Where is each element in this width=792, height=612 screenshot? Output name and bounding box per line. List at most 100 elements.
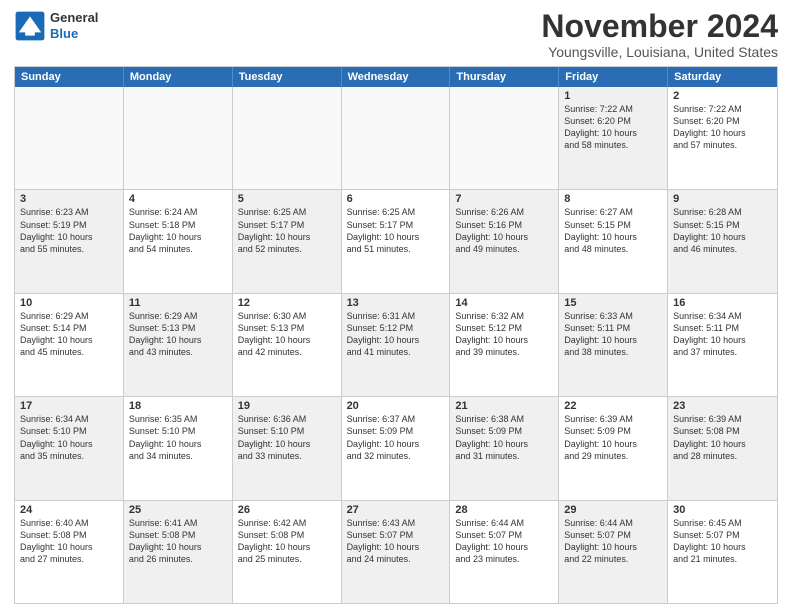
day-info: Sunrise: 6:39 AM Sunset: 5:09 PM Dayligh…	[564, 413, 662, 462]
weekday-header-saturday: Saturday	[668, 67, 777, 87]
day-number: 18	[129, 400, 227, 412]
day-number: 9	[673, 193, 772, 205]
day-info: Sunrise: 7:22 AM Sunset: 6:20 PM Dayligh…	[564, 103, 662, 152]
weekday-header-wednesday: Wednesday	[342, 67, 451, 87]
day-number: 5	[238, 193, 336, 205]
day-number: 13	[347, 297, 445, 309]
day-number: 4	[129, 193, 227, 205]
weekday-header-tuesday: Tuesday	[233, 67, 342, 87]
day-cell-16: 16Sunrise: 6:34 AM Sunset: 5:11 PM Dayli…	[668, 294, 777, 396]
day-number: 14	[455, 297, 553, 309]
day-number: 24	[20, 504, 118, 516]
calendar: SundayMondayTuesdayWednesdayThursdayFrid…	[14, 66, 778, 604]
day-cell-6: 6Sunrise: 6:25 AM Sunset: 5:17 PM Daylig…	[342, 190, 451, 292]
day-info: Sunrise: 6:33 AM Sunset: 5:11 PM Dayligh…	[564, 310, 662, 359]
day-info: Sunrise: 6:34 AM Sunset: 5:10 PM Dayligh…	[20, 413, 118, 462]
day-info: Sunrise: 6:44 AM Sunset: 5:07 PM Dayligh…	[455, 517, 553, 566]
day-info: Sunrise: 6:23 AM Sunset: 5:19 PM Dayligh…	[20, 206, 118, 255]
calendar-row-4: 24Sunrise: 6:40 AM Sunset: 5:08 PM Dayli…	[15, 500, 777, 603]
day-cell-23: 23Sunrise: 6:39 AM Sunset: 5:08 PM Dayli…	[668, 397, 777, 499]
day-cell-27: 27Sunrise: 6:43 AM Sunset: 5:07 PM Dayli…	[342, 501, 451, 603]
day-number: 12	[238, 297, 336, 309]
empty-cell-0-4	[450, 87, 559, 189]
day-number: 20	[347, 400, 445, 412]
weekday-header-friday: Friday	[559, 67, 668, 87]
logo-blue: Blue	[50, 26, 98, 42]
day-cell-26: 26Sunrise: 6:42 AM Sunset: 5:08 PM Dayli…	[233, 501, 342, 603]
day-cell-28: 28Sunrise: 6:44 AM Sunset: 5:07 PM Dayli…	[450, 501, 559, 603]
day-cell-21: 21Sunrise: 6:38 AM Sunset: 5:09 PM Dayli…	[450, 397, 559, 499]
month-title: November 2024	[541, 10, 778, 42]
day-info: Sunrise: 6:24 AM Sunset: 5:18 PM Dayligh…	[129, 206, 227, 255]
day-number: 7	[455, 193, 553, 205]
empty-cell-0-0	[15, 87, 124, 189]
page: General Blue November 2024 Youngsville, …	[0, 0, 792, 612]
weekday-header-monday: Monday	[124, 67, 233, 87]
day-cell-25: 25Sunrise: 6:41 AM Sunset: 5:08 PM Dayli…	[124, 501, 233, 603]
calendar-row-2: 10Sunrise: 6:29 AM Sunset: 5:14 PM Dayli…	[15, 293, 777, 396]
day-cell-19: 19Sunrise: 6:36 AM Sunset: 5:10 PM Dayli…	[233, 397, 342, 499]
day-cell-15: 15Sunrise: 6:33 AM Sunset: 5:11 PM Dayli…	[559, 294, 668, 396]
day-number: 8	[564, 193, 662, 205]
day-number: 22	[564, 400, 662, 412]
day-info: Sunrise: 6:45 AM Sunset: 5:07 PM Dayligh…	[673, 517, 772, 566]
day-info: Sunrise: 6:44 AM Sunset: 5:07 PM Dayligh…	[564, 517, 662, 566]
empty-cell-0-1	[124, 87, 233, 189]
day-cell-17: 17Sunrise: 6:34 AM Sunset: 5:10 PM Dayli…	[15, 397, 124, 499]
logo: General Blue	[14, 10, 98, 42]
calendar-row-3: 17Sunrise: 6:34 AM Sunset: 5:10 PM Dayli…	[15, 396, 777, 499]
header: General Blue November 2024 Youngsville, …	[14, 10, 778, 60]
day-info: Sunrise: 6:30 AM Sunset: 5:13 PM Dayligh…	[238, 310, 336, 359]
day-cell-7: 7Sunrise: 6:26 AM Sunset: 5:16 PM Daylig…	[450, 190, 559, 292]
day-info: Sunrise: 6:35 AM Sunset: 5:10 PM Dayligh…	[129, 413, 227, 462]
day-cell-20: 20Sunrise: 6:37 AM Sunset: 5:09 PM Dayli…	[342, 397, 451, 499]
day-cell-30: 30Sunrise: 6:45 AM Sunset: 5:07 PM Dayli…	[668, 501, 777, 603]
day-cell-18: 18Sunrise: 6:35 AM Sunset: 5:10 PM Dayli…	[124, 397, 233, 499]
calendar-body: 1Sunrise: 7:22 AM Sunset: 6:20 PM Daylig…	[15, 87, 777, 603]
day-info: Sunrise: 6:39 AM Sunset: 5:08 PM Dayligh…	[673, 413, 772, 462]
day-info: Sunrise: 6:37 AM Sunset: 5:09 PM Dayligh…	[347, 413, 445, 462]
day-info: Sunrise: 6:40 AM Sunset: 5:08 PM Dayligh…	[20, 517, 118, 566]
day-info: Sunrise: 6:26 AM Sunset: 5:16 PM Dayligh…	[455, 206, 553, 255]
day-cell-1: 1Sunrise: 7:22 AM Sunset: 6:20 PM Daylig…	[559, 87, 668, 189]
day-info: Sunrise: 6:25 AM Sunset: 5:17 PM Dayligh…	[347, 206, 445, 255]
day-number: 10	[20, 297, 118, 309]
day-cell-24: 24Sunrise: 6:40 AM Sunset: 5:08 PM Dayli…	[15, 501, 124, 603]
day-info: Sunrise: 6:43 AM Sunset: 5:07 PM Dayligh…	[347, 517, 445, 566]
day-info: Sunrise: 6:38 AM Sunset: 5:09 PM Dayligh…	[455, 413, 553, 462]
day-info: Sunrise: 6:34 AM Sunset: 5:11 PM Dayligh…	[673, 310, 772, 359]
day-number: 28	[455, 504, 553, 516]
day-number: 15	[564, 297, 662, 309]
day-info: Sunrise: 6:25 AM Sunset: 5:17 PM Dayligh…	[238, 206, 336, 255]
day-cell-4: 4Sunrise: 6:24 AM Sunset: 5:18 PM Daylig…	[124, 190, 233, 292]
day-number: 23	[673, 400, 772, 412]
day-cell-9: 9Sunrise: 6:28 AM Sunset: 5:15 PM Daylig…	[668, 190, 777, 292]
day-info: Sunrise: 6:29 AM Sunset: 5:14 PM Dayligh…	[20, 310, 118, 359]
day-number: 3	[20, 193, 118, 205]
day-info: Sunrise: 7:22 AM Sunset: 6:20 PM Dayligh…	[673, 103, 772, 152]
day-info: Sunrise: 6:36 AM Sunset: 5:10 PM Dayligh…	[238, 413, 336, 462]
day-info: Sunrise: 6:31 AM Sunset: 5:12 PM Dayligh…	[347, 310, 445, 359]
day-number: 11	[129, 297, 227, 309]
day-number: 27	[347, 504, 445, 516]
day-info: Sunrise: 6:27 AM Sunset: 5:15 PM Dayligh…	[564, 206, 662, 255]
empty-cell-0-2	[233, 87, 342, 189]
location: Youngsville, Louisiana, United States	[541, 44, 778, 60]
day-cell-2: 2Sunrise: 7:22 AM Sunset: 6:20 PM Daylig…	[668, 87, 777, 189]
calendar-row-1: 3Sunrise: 6:23 AM Sunset: 5:19 PM Daylig…	[15, 189, 777, 292]
day-number: 30	[673, 504, 772, 516]
day-number: 17	[20, 400, 118, 412]
day-number: 16	[673, 297, 772, 309]
logo-text: General Blue	[50, 10, 98, 41]
day-number: 6	[347, 193, 445, 205]
day-cell-3: 3Sunrise: 6:23 AM Sunset: 5:19 PM Daylig…	[15, 190, 124, 292]
day-info: Sunrise: 6:41 AM Sunset: 5:08 PM Dayligh…	[129, 517, 227, 566]
day-cell-13: 13Sunrise: 6:31 AM Sunset: 5:12 PM Dayli…	[342, 294, 451, 396]
logo-general: General	[50, 10, 98, 26]
calendar-row-0: 1Sunrise: 7:22 AM Sunset: 6:20 PM Daylig…	[15, 87, 777, 189]
day-number: 2	[673, 90, 772, 102]
day-number: 19	[238, 400, 336, 412]
logo-icon	[14, 10, 46, 42]
day-number: 29	[564, 504, 662, 516]
weekday-header-sunday: Sunday	[15, 67, 124, 87]
